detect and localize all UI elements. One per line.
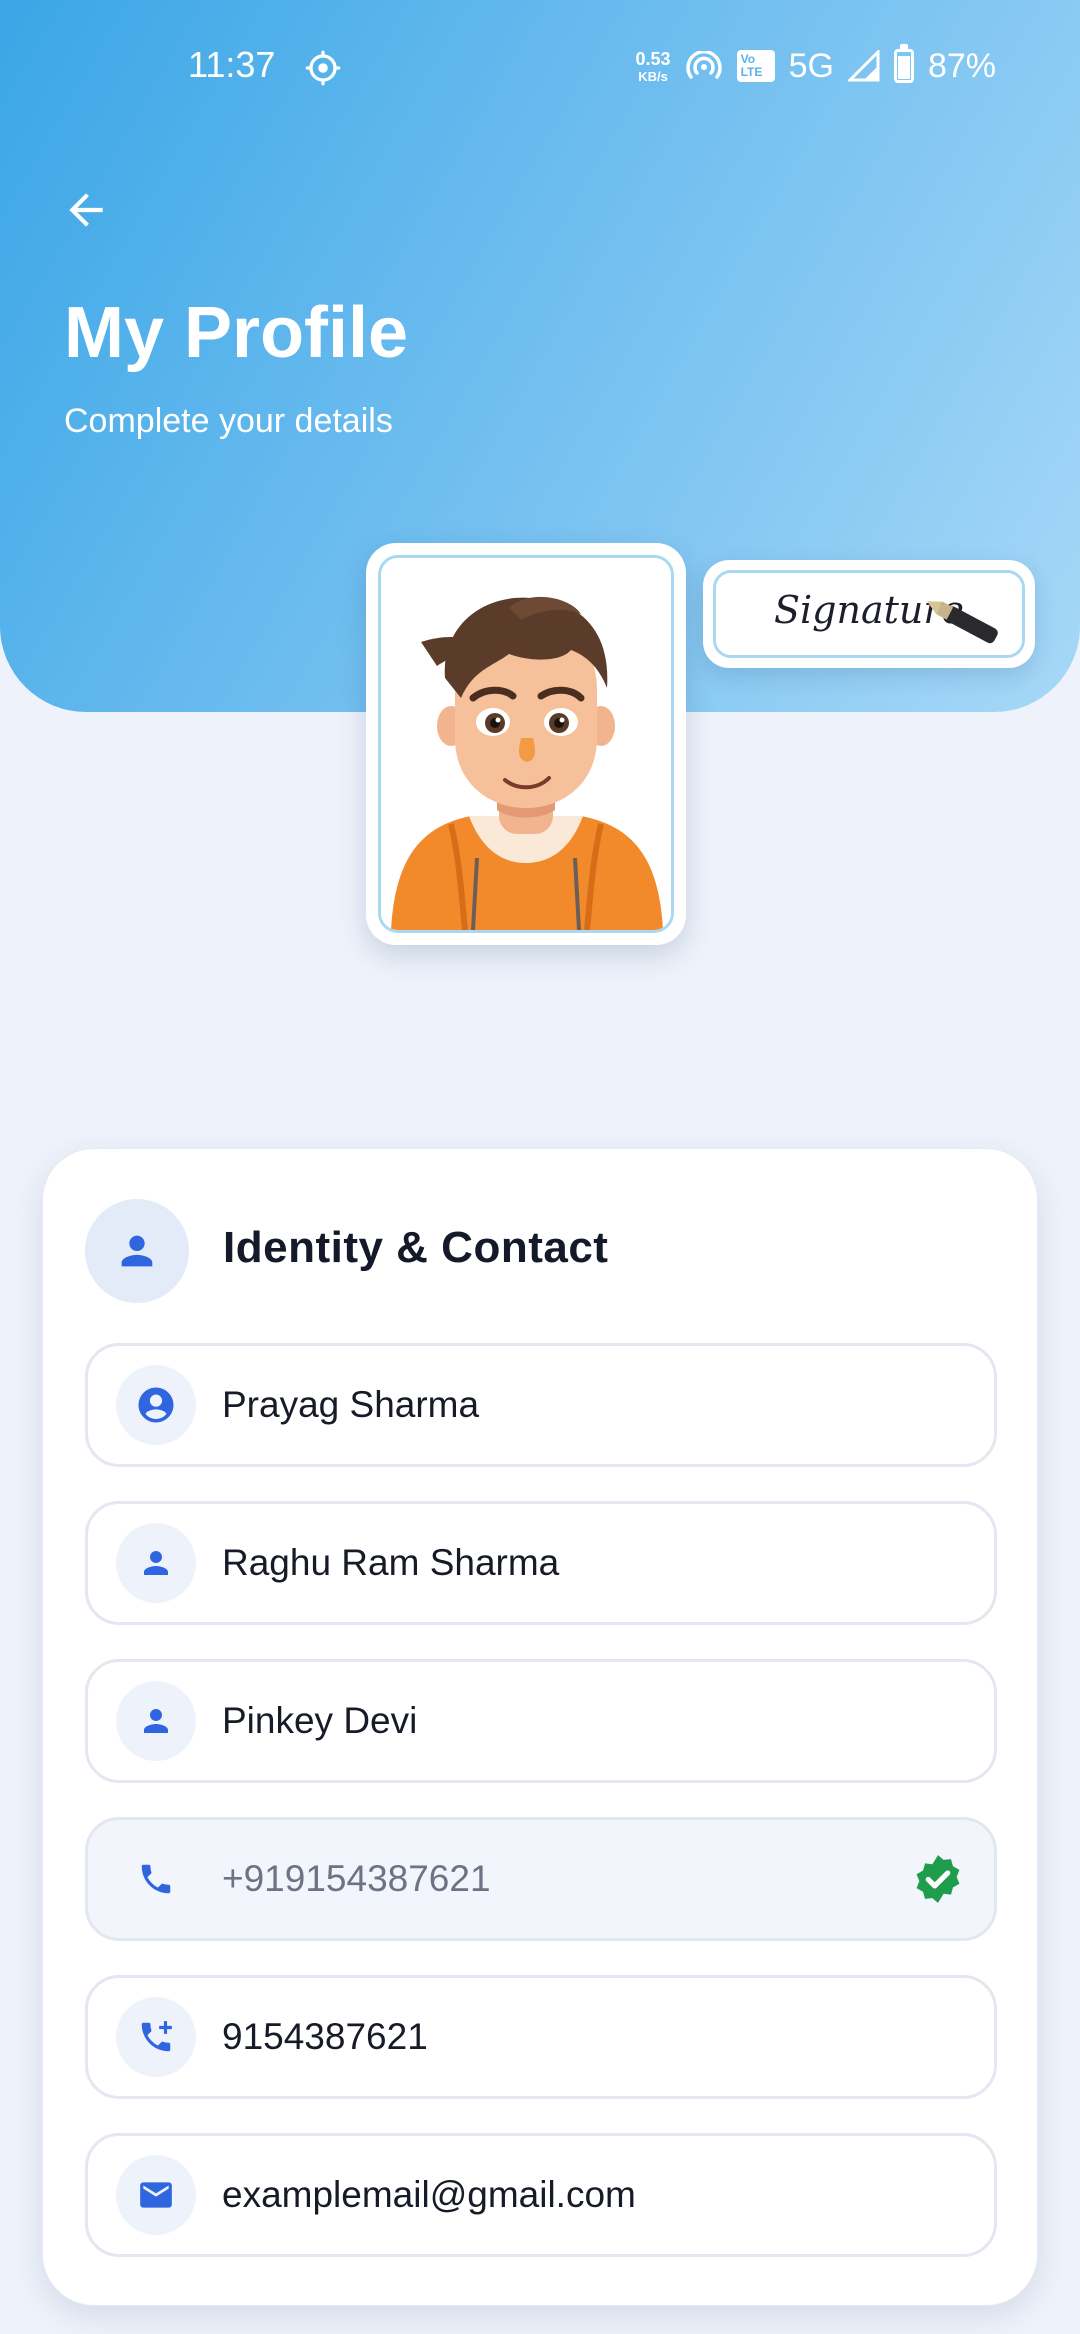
field-value: examplemail@gmail.com [222, 2174, 636, 2215]
identity-contact-card: Identity & Contact Prayag Sharma Raghu R… [42, 1148, 1038, 2306]
account-circle-icon [116, 1365, 196, 1445]
net-speed-value: 0.53 [635, 48, 671, 69]
person-icon [121, 1235, 153, 1267]
verified-badge-icon [916, 1855, 960, 1903]
full-name-field[interactable]: Prayag Sharma [85, 1343, 997, 1467]
email-field[interactable]: examplemail@gmail.com [85, 2133, 997, 2257]
field-value: Pinkey Devi [222, 1700, 418, 1741]
field-value: 9154387621 [222, 2016, 428, 2057]
phone-icon [116, 1839, 196, 1919]
network-type: 5G [788, 46, 834, 85]
mother-name-field[interactable]: Pinkey Devi [85, 1659, 997, 1783]
net-speed-unit: KB/s [638, 68, 668, 84]
status-time: 11:37 [188, 44, 276, 85]
signature-image: Signature [713, 570, 1025, 658]
page-title: My Profile [64, 293, 409, 373]
field-value: Raghu Ram Sharma [222, 1542, 560, 1583]
back-button[interactable] [56, 180, 116, 240]
volte-icon: Vo LTE [736, 50, 775, 82]
mail-icon [116, 2155, 196, 2235]
arrow-back-icon [69, 193, 103, 227]
battery-level: 87% [927, 46, 996, 85]
section-title: Identity & Contact [223, 1223, 609, 1272]
page-subtitle: Complete your details [64, 402, 393, 440]
hotspot-icon [685, 51, 722, 79]
signature-card[interactable]: Signature [703, 560, 1035, 668]
profile-photo [378, 555, 674, 933]
net-speed: 0.53 KB/s [636, 50, 671, 83]
field-value: +919154387621 [222, 1858, 491, 1899]
battery-icon [893, 44, 914, 83]
field-value: Prayag Sharma [222, 1384, 480, 1425]
person-icon [116, 1681, 196, 1761]
alternate-phone-field[interactable]: 9154387621 [85, 1975, 997, 2099]
avatar-illustration [381, 558, 671, 930]
status-bar: 11:37 0.53 KB/s Vo LTE 5G 87% [0, 0, 1080, 135]
father-name-field[interactable]: Raghu Ram Sharma [85, 1501, 997, 1625]
signature-illustration: Signature [716, 573, 1022, 655]
person-icon [116, 1523, 196, 1603]
phone-add-icon [116, 1997, 196, 2077]
volte-bottom: LTE [740, 65, 763, 79]
signal-icon [847, 50, 880, 82]
phone-field[interactable]: +919154387621 [85, 1817, 997, 1941]
profile-screen: 11:37 0.53 KB/s Vo LTE 5G 87% My Profile… [0, 0, 1080, 2334]
profile-photo-card[interactable] [366, 543, 686, 945]
dnd-icon [305, 50, 341, 86]
status-indicators: 0.53 KB/s Vo LTE 5G 87% [636, 44, 996, 88]
section-person-icon [85, 1199, 189, 1303]
